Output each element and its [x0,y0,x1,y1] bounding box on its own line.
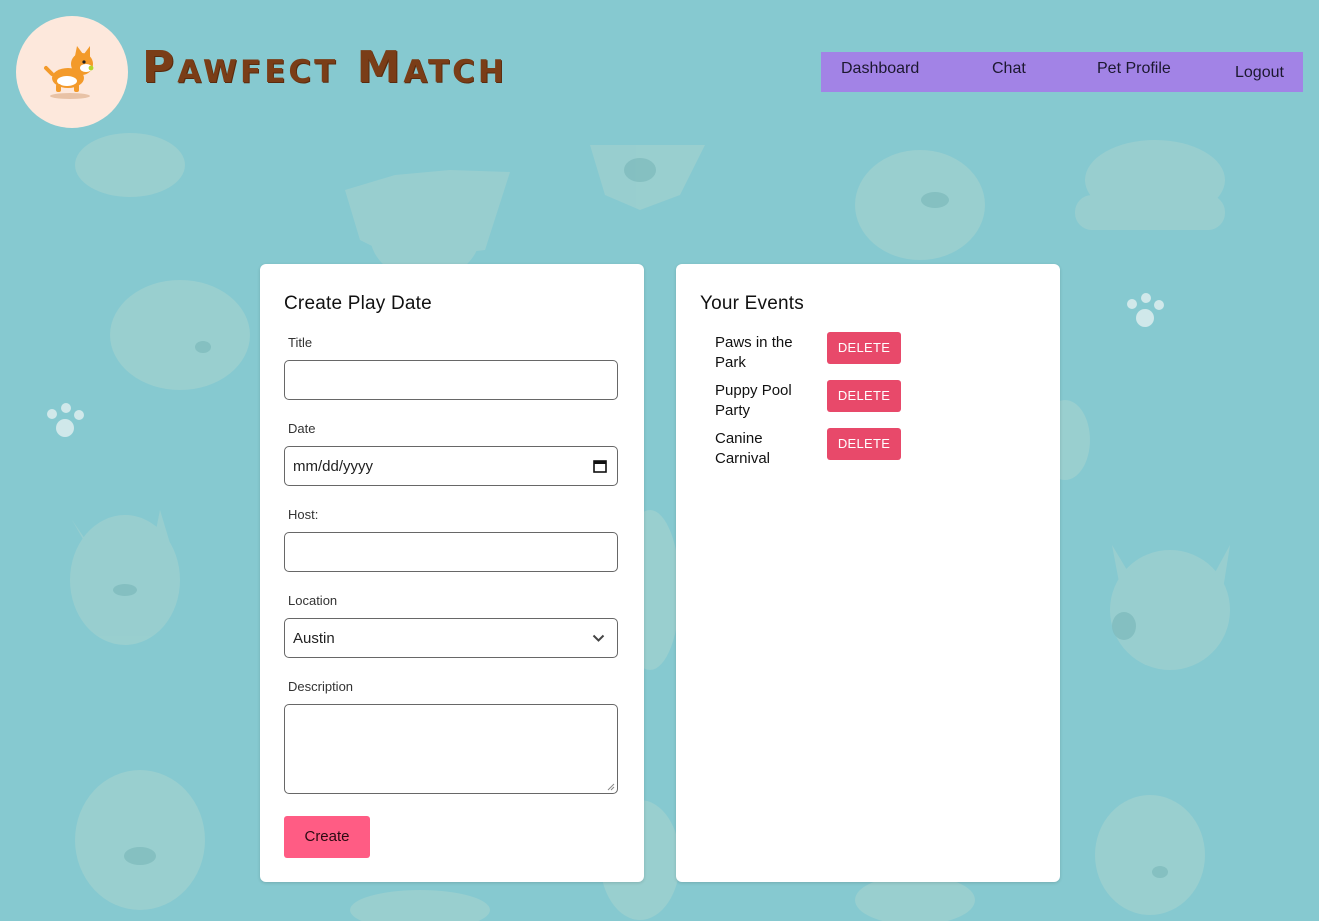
top-nav: Dashboard Chat Pet Profile Logout [821,52,1303,92]
dog-pattern-background [47,133,1230,921]
nav-dashboard[interactable]: Dashboard [841,60,919,78]
title-input[interactable] [284,360,618,400]
nav-chat[interactable]: Chat [992,60,1026,78]
your-events-card: Your Events Paws in the Park DELETE Pupp… [676,264,1060,882]
event-name: Puppy Pool Party [715,382,792,419]
create-button[interactable]: Create [284,816,370,858]
date-label: Date [288,421,316,436]
date-input[interactable]: mm/dd/yyyy [284,446,618,486]
host-label: Host: [288,507,319,522]
delete-button[interactable]: DELETE [827,428,901,460]
event-name: Paws in the Park [715,334,793,371]
delete-button[interactable]: DELETE [827,332,901,364]
location-select-value: Austin [293,630,335,647]
date-input-value: mm/dd/yyyy [293,458,374,475]
event-name: Canine Carnival [715,430,771,467]
title-label: Title [288,335,313,350]
host-input[interactable] [284,532,618,572]
logo[interactable] [16,16,128,128]
nav-logout[interactable]: Logout [1235,64,1284,82]
chevron-down-icon [592,634,605,642]
description-label: Description [288,679,354,694]
resize-handle-icon[interactable] [607,783,615,791]
create-play-date-card: Create Play Date Title Date mm/dd/yyyy H… [260,264,644,882]
nav-pet-profile[interactable]: Pet Profile [1097,60,1171,78]
brand-title: Pawfect Match [142,42,507,93]
corgi-logo-icon [44,46,94,99]
location-select[interactable]: Austin [284,618,618,658]
calendar-icon[interactable] [593,459,607,473]
description-textarea[interactable] [284,704,618,794]
delete-button[interactable]: DELETE [827,380,901,412]
events-title: Your Events [700,293,804,314]
location-label: Location [288,593,338,608]
create-form-title: Create Play Date [284,293,432,314]
